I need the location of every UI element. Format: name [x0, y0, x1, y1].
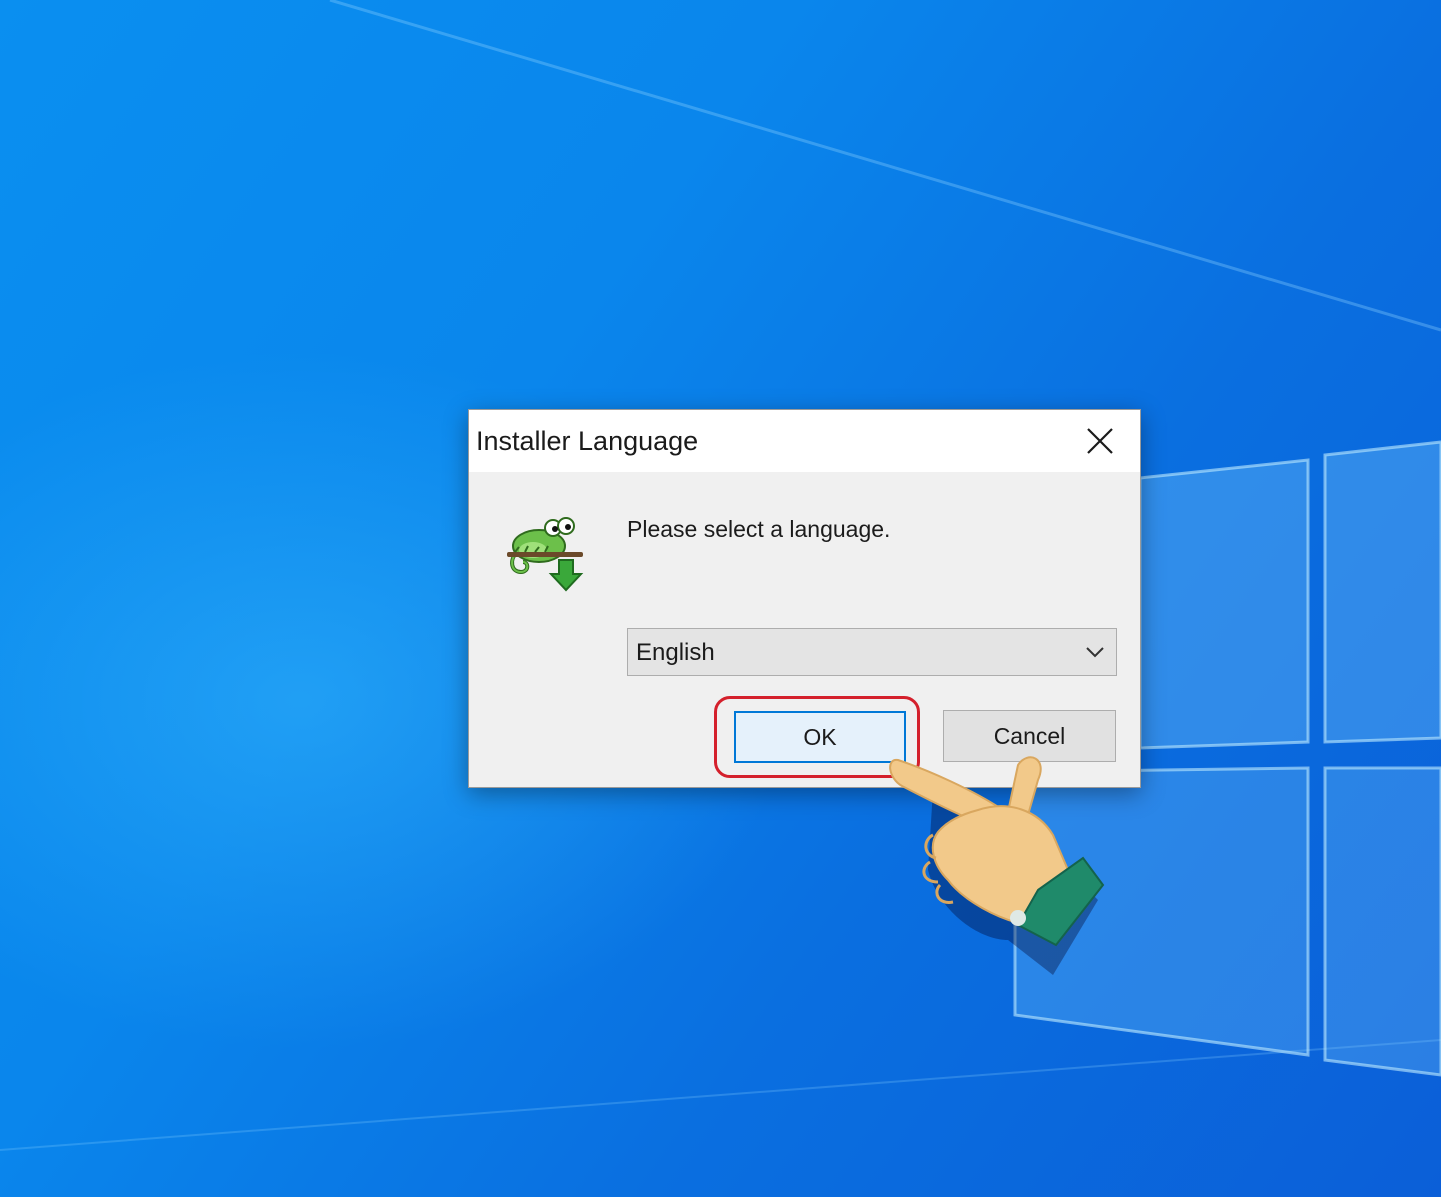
- select-language-prompt: Please select a language.: [627, 516, 891, 542]
- close-icon: [1087, 428, 1113, 454]
- title-bar: Installer Language: [469, 410, 1140, 472]
- close-button[interactable]: [1060, 410, 1140, 472]
- cancel-button[interactable]: Cancel: [943, 710, 1116, 762]
- ok-button[interactable]: OK: [734, 711, 906, 763]
- dialog-title: Installer Language: [476, 426, 699, 456]
- chevron-down-icon: [1086, 647, 1104, 658]
- notepad-plus-plus-chameleon-icon: [507, 517, 584, 592]
- installer-language-dialog: Installer Language Please select a langu…: [468, 409, 1141, 788]
- language-select[interactable]: English: [627, 628, 1117, 676]
- selected-language: English: [636, 639, 715, 666]
